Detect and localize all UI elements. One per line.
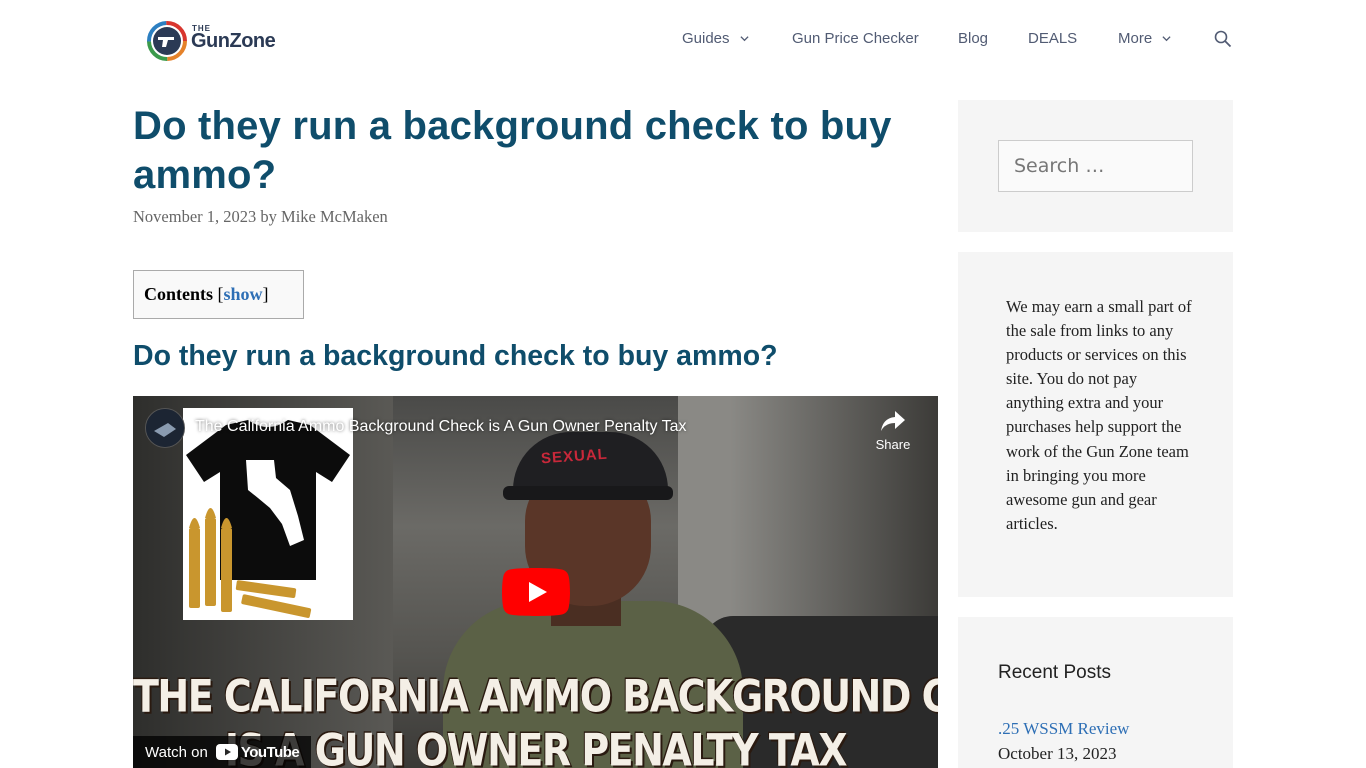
youtube-icon — [215, 744, 238, 760]
share-arrow-icon — [881, 411, 905, 431]
share-label: Share — [875, 437, 911, 452]
play-button[interactable] — [502, 568, 570, 616]
post-date-link[interactable]: November 1, 2023 — [133, 207, 256, 226]
video-overlay-line-1: THE CALIFORNIA AMMO BACKGROUND CHECK — [133, 670, 938, 722]
logo-wordmark: THE GunZone — [191, 21, 283, 61]
play-icon — [502, 568, 570, 616]
watch-on-youtube-button[interactable]: Watch on YouTube — [133, 736, 312, 768]
channel-avatar-icon — [146, 409, 184, 447]
nav-item-deals[interactable]: DEALS — [1028, 30, 1077, 47]
entry-meta: November 1, 2023 by Mike McMaken — [133, 207, 388, 227]
recent-posts-widget: Recent Posts .25 WSSM Review October 13,… — [958, 617, 1233, 768]
nav-item-blog[interactable]: Blog — [958, 30, 988, 47]
byline-by: by — [260, 207, 277, 226]
presenter-cap-brim — [503, 486, 673, 500]
recent-post-date: October 13, 2023 — [998, 744, 1117, 763]
nav-item-label: Blog — [958, 30, 989, 47]
search-toggle-button[interactable] — [1214, 30, 1232, 48]
toc-toggle-link[interactable]: show — [224, 284, 263, 304]
site-header: THE GunZone Guides Gun Price Checker Blo… — [0, 0, 1366, 80]
table-of-contents: Contents [show] — [133, 270, 304, 319]
toc-close-bracket: ] — [262, 284, 269, 304]
section-heading: Do they run a background check to buy am… — [133, 340, 778, 372]
nav-item-guides[interactable]: Guides — [682, 30, 749, 47]
search-icon — [1214, 30, 1232, 48]
video-title[interactable]: The California Ammo Background Check is … — [195, 418, 687, 436]
watch-on-label: Watch on — [145, 743, 208, 761]
youtube-logo: YouTube — [215, 743, 300, 761]
embedded-video[interactable]: SEXUAL The California Ammo Background Ch… — [133, 396, 938, 768]
gunzone-logo-icon — [147, 21, 187, 61]
chevron-down-icon — [739, 36, 749, 42]
nav-item-label: Gun Price Checker — [792, 30, 919, 47]
chevron-down-icon — [1162, 36, 1171, 42]
author-link[interactable]: Mike McMaken — [281, 207, 388, 226]
search-widget — [958, 100, 1233, 232]
site-logo[interactable]: THE GunZone — [147, 20, 287, 62]
channel-avatar[interactable] — [145, 408, 185, 448]
nav-item-gun-price-checker[interactable]: Gun Price Checker — [792, 30, 919, 47]
recent-posts-title: Recent Posts — [998, 662, 1111, 683]
share-button[interactable]: Share — [873, 410, 913, 452]
nav-item-label: DEALS — [1028, 30, 1078, 47]
ammo-bullets-icon — [189, 508, 312, 618]
affiliate-disclosure-widget: We may earn a small part of the sale fro… — [958, 252, 1233, 597]
nav-item-label: Guides — [682, 30, 730, 47]
tshirt-thumbnail — [183, 408, 353, 620]
recent-post-link[interactable]: .25 WSSM Review — [998, 719, 1129, 739]
logo-name-text: GunZone — [191, 30, 276, 52]
nav-item-more[interactable]: More — [1118, 30, 1171, 47]
youtube-wordmark: YouTube — [240, 743, 300, 761]
page-title: Do they run a background check to buy am… — [133, 104, 892, 197]
nav-item-label: More — [1118, 30, 1153, 47]
affiliate-disclosure-text: We may earn a small part of the sale fro… — [1006, 297, 1192, 533]
search-input[interactable] — [998, 140, 1193, 192]
toc-title: Contents — [144, 284, 214, 304]
